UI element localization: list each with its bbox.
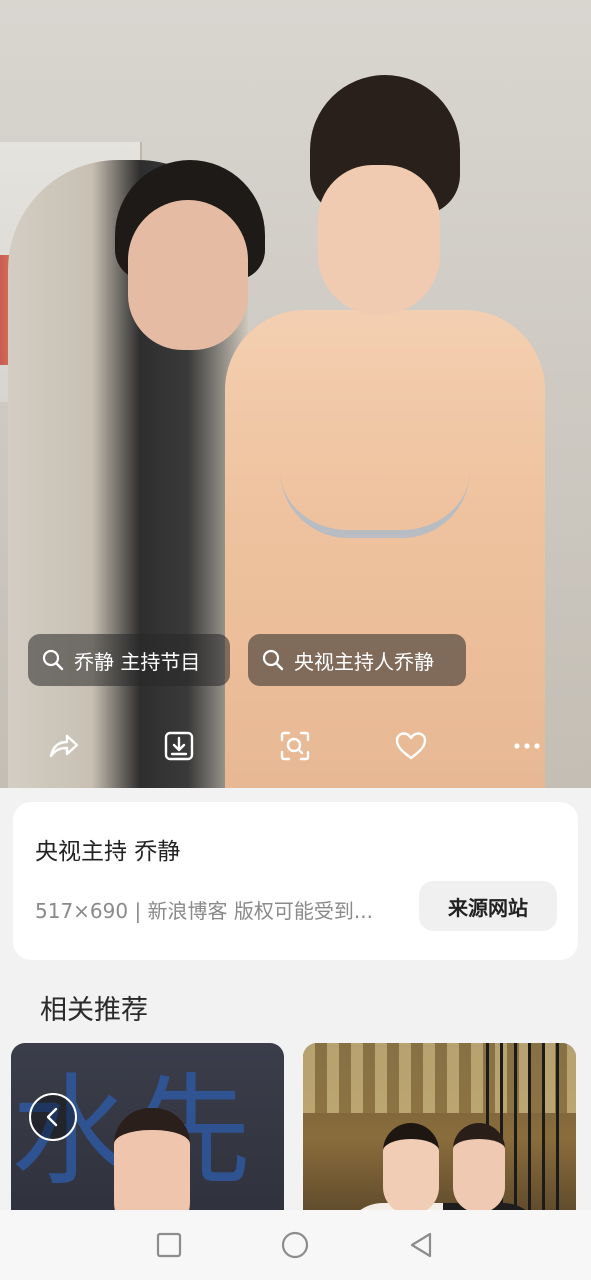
download-icon bbox=[164, 731, 194, 761]
person-right-dress bbox=[225, 310, 545, 788]
search-icon bbox=[260, 647, 286, 673]
person-right-face bbox=[318, 165, 440, 315]
search-chip-label: 央视主持人乔静 bbox=[294, 649, 434, 674]
triangle-back-icon bbox=[410, 1232, 432, 1258]
image-meta: 517×690 | 新浪博客 版权可能受到... bbox=[35, 899, 373, 923]
search-chip-label: 乔静 主持节目 bbox=[74, 649, 201, 674]
search-chip-1[interactable]: 乔静 主持节目 bbox=[28, 634, 230, 686]
favorite-button[interactable] bbox=[389, 724, 433, 768]
visual-search-button[interactable] bbox=[273, 724, 317, 768]
search-icon bbox=[40, 647, 66, 673]
back-button[interactable] bbox=[29, 1093, 77, 1141]
share-button[interactable] bbox=[41, 724, 85, 768]
main-photo[interactable]: 乔静 主持节目 央视主持人乔静 bbox=[0, 0, 591, 788]
recent-apps-button[interactable] bbox=[151, 1227, 187, 1263]
thumbnail-person-a bbox=[383, 1123, 439, 1215]
thumbnail-person-b bbox=[453, 1123, 505, 1213]
download-button[interactable] bbox=[157, 724, 201, 768]
circle-icon bbox=[281, 1231, 309, 1259]
image-info-card: 央视主持 乔静 517×690 | 新浪博客 版权可能受到... 来源网站 bbox=[13, 802, 578, 960]
system-back-button[interactable] bbox=[403, 1227, 439, 1263]
search-chip-2[interactable]: 央视主持人乔静 bbox=[248, 634, 466, 686]
related-section-title: 相关推荐 bbox=[40, 995, 148, 1026]
square-icon bbox=[156, 1232, 182, 1258]
more-dots-icon bbox=[514, 743, 540, 749]
share-icon bbox=[49, 734, 79, 758]
home-button[interactable] bbox=[277, 1227, 313, 1263]
image-title: 央视主持 乔静 bbox=[35, 839, 181, 865]
chevron-left-icon bbox=[46, 1107, 58, 1127]
person-left-face bbox=[128, 200, 248, 350]
image-viewer-page: 乔静 主持节目 央视主持人乔静 央视主持 乔静 517×690 | 新浪博客 版… bbox=[0, 0, 591, 1280]
source-website-button[interactable]: 来源网站 bbox=[419, 881, 557, 931]
heart-icon bbox=[395, 732, 427, 760]
more-button[interactable] bbox=[505, 724, 549, 768]
system-navigation-bar bbox=[0, 1210, 591, 1280]
scan-search-icon bbox=[280, 731, 310, 761]
